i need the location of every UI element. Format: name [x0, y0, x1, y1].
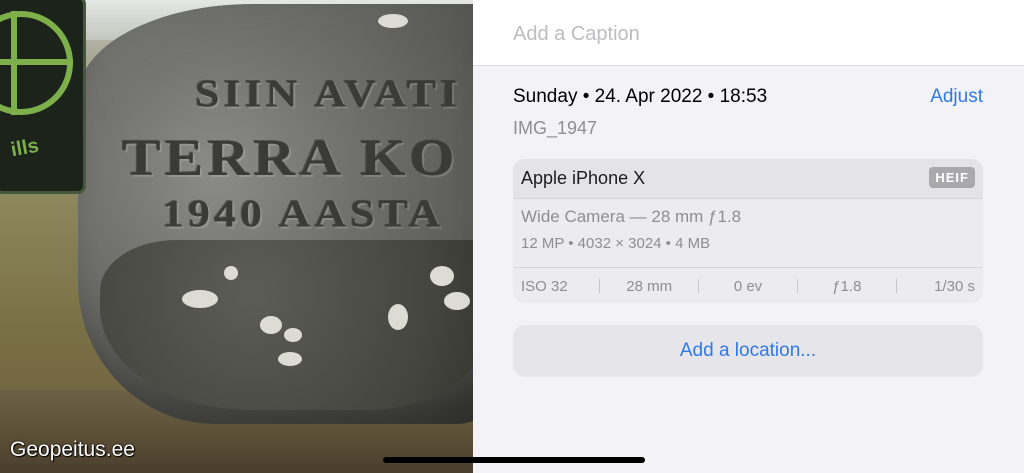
- exif-focal-length: 28 mm: [626, 277, 673, 295]
- patch-label: ills: [9, 134, 41, 162]
- exif-iso: ISO 32: [521, 277, 568, 295]
- lichen-spot: [444, 292, 470, 310]
- photo-filename: IMG_1947: [513, 118, 598, 138]
- stone-inscription-line-1: SIIN AVATI: [195, 71, 462, 116]
- exif-exposure-value: 0 ev: [733, 277, 763, 295]
- watermark: Geopeitus.ee: [10, 438, 135, 461]
- info-panel: Sunday • 24. Apr 2022 • 18:53 Adjust IMG…: [473, 0, 1024, 473]
- lichen-spot: [278, 352, 302, 366]
- add-location-label: Add a location...: [679, 340, 817, 361]
- add-location-button[interactable]: Add a location...: [513, 325, 983, 377]
- photo-datetime: Sunday • 24. Apr 2022 • 18:53: [513, 86, 768, 107]
- camera-device: Apple iPhone X: [521, 168, 646, 188]
- lichen-spot: [430, 266, 454, 286]
- lichen-spot: [284, 328, 302, 342]
- exif-row: ISO 32 28 mm 0 ev ƒ1.8 1/30 s: [513, 267, 983, 303]
- format-badge: HEIF: [929, 167, 975, 188]
- adjust-button[interactable]: Adjust: [930, 86, 983, 108]
- lichen-spot: [224, 266, 238, 280]
- image-specs: 12 MP • 4032 × 3024 • 4 MB: [521, 235, 711, 252]
- exif-shutter-speed: 1/30 s: [934, 277, 976, 295]
- lichen-spot: [388, 304, 408, 330]
- home-indicator[interactable]: [383, 457, 645, 463]
- stone-inscription-line-3: 1940 AASTA: [162, 191, 445, 236]
- lichen-spot: [182, 290, 218, 308]
- geocache-patch: ills: [0, 0, 86, 194]
- camera-lens: Wide Camera — 28 mm ƒ1.8: [521, 207, 742, 226]
- caption-input[interactable]: [513, 20, 993, 48]
- exif-aperture: ƒ1.8: [832, 277, 862, 295]
- caption-bar: [473, 0, 1024, 66]
- photo-preview[interactable]: SIIN AVATI TERRA KO 1940 AASTA ills Geop…: [0, 0, 473, 473]
- lichen-spot: [378, 14, 408, 28]
- camera-info-header: Apple iPhone X HEIF: [513, 159, 983, 199]
- stone-inscription-line-2: TERRA KO: [122, 128, 459, 187]
- lichen-spot: [260, 316, 282, 334]
- camera-info-card: Apple iPhone X HEIF Wide Camera — 28 mm …: [513, 159, 983, 303]
- photo-stone-base: [100, 240, 473, 410]
